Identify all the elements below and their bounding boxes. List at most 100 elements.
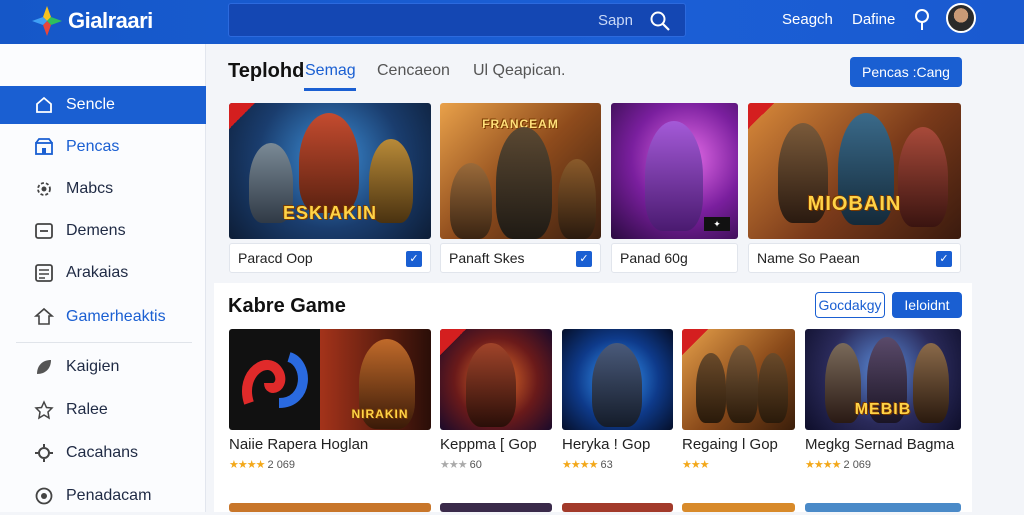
gear-icon xyxy=(35,444,53,462)
featured-card-title: Paracd Oop xyxy=(238,250,313,266)
check-icon[interactable]: ✓ xyxy=(406,251,422,267)
sidebar-item-mabcs[interactable]: Mabcs xyxy=(0,170,206,208)
new-ribbon xyxy=(440,329,466,355)
game-banner-text: MEBIB xyxy=(854,401,912,418)
rating-stars-icon: ★★★★ xyxy=(229,459,265,471)
sidebar-item-arakaias[interactable]: Arakaias xyxy=(0,254,206,292)
search-input[interactable]: Sapn xyxy=(228,3,686,37)
game-rating: ★★★ 60 xyxy=(440,458,482,471)
sidebar-item-penadacam[interactable]: Penadacam xyxy=(0,477,206,515)
featured-card-image[interactable]: FRANCEAM xyxy=(440,103,601,239)
top-bar: Gialraari Sapn Seagch Dafine xyxy=(0,0,1024,44)
sidebar-divider xyxy=(16,342,192,343)
sidebar-item-demens[interactable]: Demens xyxy=(0,212,206,250)
character-art xyxy=(696,353,726,423)
sidebar-item-label: Sencle xyxy=(66,96,115,113)
nav-link-search[interactable]: Seagch xyxy=(782,11,833,28)
character-art xyxy=(645,121,703,231)
rating-stars-icon: ★★★ xyxy=(682,459,710,471)
featured-card-title: Name So Paean xyxy=(757,250,860,266)
logo-icon xyxy=(32,6,62,36)
game-rating: ★★★ xyxy=(682,458,710,471)
featured-card-image[interactable]: ✦ xyxy=(611,103,738,239)
window-icon xyxy=(35,223,53,239)
section-title: Kabre Game xyxy=(228,295,346,317)
game-title[interactable]: Naiie Rapera Hoglan xyxy=(229,436,368,453)
active-tab-indicator xyxy=(304,88,356,91)
game-card-image[interactable]: MEBIB xyxy=(805,329,961,430)
home-icon xyxy=(36,96,52,113)
rating-stars-icon: ★★★ xyxy=(440,459,468,471)
action-button[interactable]: Pencas :Cang xyxy=(850,57,962,87)
game-title[interactable]: Keppma [ Gop xyxy=(440,436,537,453)
game-card-image[interactable] xyxy=(562,503,673,512)
game-card-image[interactable] xyxy=(440,329,552,430)
sidebar-item-kaigien[interactable]: Kaigien xyxy=(0,348,206,386)
game-banner-text: MIOBAIN xyxy=(807,193,902,215)
game-title[interactable]: Regaing l Gop xyxy=(682,436,778,453)
check-icon[interactable]: ✓ xyxy=(576,251,592,267)
character-art xyxy=(496,127,552,239)
game-card-image[interactable] xyxy=(229,503,431,512)
sidebar-item-pencas[interactable]: Pencas xyxy=(0,128,206,166)
new-ribbon xyxy=(748,103,774,129)
sidebar-item-gamerheaktis[interactable]: Gamerheaktis xyxy=(0,298,206,336)
sidebar-item-label: Arakaias xyxy=(66,264,129,281)
game-card-image[interactable] xyxy=(805,503,961,512)
sidebar-item-cacahans[interactable]: Cacahans xyxy=(0,434,206,472)
location-pin-icon[interactable] xyxy=(912,8,932,32)
featured-card-label[interactable]: Panad 60g xyxy=(611,243,738,273)
game-card-image[interactable] xyxy=(440,503,552,512)
character-art xyxy=(450,163,492,239)
nav-link-define[interactable]: Dafine xyxy=(852,11,895,28)
sidebar-item-label: Penadacam xyxy=(66,487,152,504)
rating-count: 2 069 xyxy=(843,459,872,471)
search-icon[interactable] xyxy=(649,10,671,32)
tab-cencaeon[interactable]: Cencaeon xyxy=(377,62,450,80)
tab-semag[interactable]: Semag xyxy=(305,62,356,80)
sidebar-item-label: Kaigien xyxy=(66,358,120,375)
character-art xyxy=(299,113,359,213)
game-logo-icon xyxy=(242,352,308,408)
sidebar-item-label: Mabcs xyxy=(66,180,114,197)
age-rating-badge: ✦ xyxy=(704,217,730,231)
game-rating: ★★★★ 2 069 xyxy=(805,458,871,471)
sidebar-item-ralee[interactable]: Ralee xyxy=(0,391,206,429)
tab-ul-qeapican[interactable]: Ul Qeapican. xyxy=(473,62,566,80)
check-icon[interactable]: ✓ xyxy=(936,251,952,267)
featured-card-label[interactable]: Paracd Oop ✓ xyxy=(229,243,431,273)
featured-card-label[interactable]: Name So Paean ✓ xyxy=(748,243,961,273)
game-title[interactable]: Heryka ! Gop xyxy=(562,436,650,453)
game-card-image[interactable] xyxy=(682,503,795,512)
featured-card-image[interactable]: ESKIAKIN xyxy=(229,103,431,239)
house-outline-icon xyxy=(34,307,54,325)
rating-stars-icon: ★★★★ xyxy=(805,459,841,471)
logo[interactable]: Gialraari xyxy=(30,4,153,38)
rating-count: 63 xyxy=(600,459,613,471)
featured-card-title: Panaft Skes xyxy=(449,250,525,266)
featured-card-label[interactable]: Panaft Skes ✓ xyxy=(440,243,601,273)
featured-card-image[interactable]: MIOBAIN xyxy=(748,103,961,239)
game-title[interactable]: Megkg Sernad Bagma xyxy=(805,436,954,453)
game-banner-text: NIRAKIN xyxy=(351,407,409,421)
rating-count: 60 xyxy=(469,459,482,471)
sidebar: Sencle Pencas Mabcs Demens Arakaias Game… xyxy=(0,44,206,512)
leaf-icon xyxy=(37,360,51,374)
game-card-image[interactable] xyxy=(682,329,795,430)
character-art xyxy=(592,343,642,427)
page-title: Teplohd xyxy=(228,60,305,82)
character-art xyxy=(466,343,516,427)
sidebar-item-sencle[interactable]: Sencle xyxy=(0,86,206,124)
game-rating: ★★★★ 63 xyxy=(562,458,613,471)
character-art xyxy=(558,159,596,239)
identify-button[interactable]: Ieloidnt xyxy=(892,292,962,318)
logo-text: Gialraari xyxy=(68,8,153,33)
sidebar-item-label: Pencas xyxy=(66,138,120,155)
avatar[interactable] xyxy=(946,3,976,33)
character-art xyxy=(758,353,788,423)
game-card-image[interactable] xyxy=(562,329,673,430)
game-banner-text: ESKIAKIN xyxy=(282,203,377,223)
game-card-image[interactable]: NIRAKIN xyxy=(229,329,431,430)
list-icon xyxy=(35,264,53,282)
category-button[interactable]: Gocdakgy xyxy=(815,292,885,318)
